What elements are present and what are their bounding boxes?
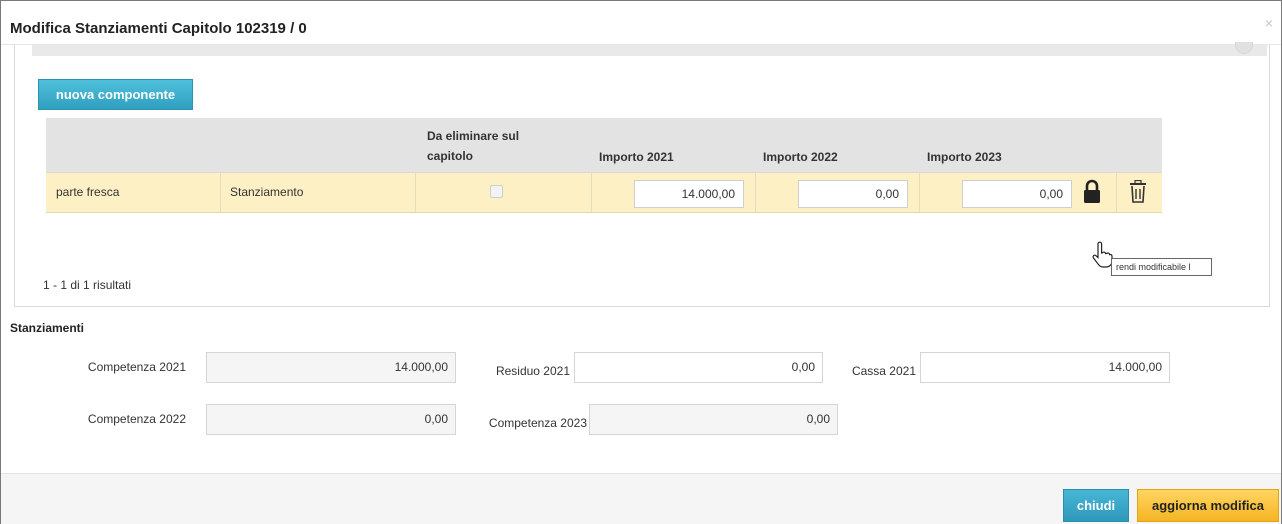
competenza-2023-field: 0,00 xyxy=(589,404,838,435)
stanziamenti-title: Stanziamenti xyxy=(10,321,85,335)
delete-checkbox[interactable] xyxy=(490,185,503,198)
residuo-2021-field: 0,00 xyxy=(574,352,823,383)
competenza-2023-label: Competenza 2023 xyxy=(488,416,587,430)
results-count: 1 - 1 di 1 risultati xyxy=(43,278,132,292)
close-button[interactable]: chiudi xyxy=(1063,489,1129,522)
table-header: Da eliminare sul capitolo Importo 2021 I… xyxy=(46,118,1162,172)
importo-2022-input[interactable]: 0,00 xyxy=(798,180,908,208)
table-row: parte fresca Stanziamento 14.000,00 0,00… xyxy=(46,172,1162,213)
competenza-2021-field: 14.000,00 xyxy=(206,352,456,383)
trash-icon[interactable] xyxy=(1127,179,1149,204)
header-delete-line1: Da eliminare sul xyxy=(427,129,520,143)
lock-tooltip: rendi modificabile l xyxy=(1111,258,1212,276)
header-col-importo-2022: Importo 2022 xyxy=(763,150,838,164)
col-divider xyxy=(591,173,592,212)
modal-title: Modifica Stanziamenti Capitolo 102319 / … xyxy=(10,20,307,37)
competenza-2022-label: Competenza 2022 xyxy=(87,412,186,426)
header-col-importo-2021: Importo 2021 xyxy=(599,150,674,164)
importo-2023-input[interactable]: 0,00 xyxy=(962,180,1072,208)
col-divider xyxy=(919,173,920,212)
new-component-button[interactable]: nuova componente xyxy=(38,79,193,110)
header-col-delete-flag: Da eliminare sul capitolo xyxy=(427,126,519,166)
update-button[interactable]: aggiorna modifica xyxy=(1137,489,1279,522)
importo-2021-input[interactable]: 14.000,00 xyxy=(634,180,744,208)
cell-type: Stanziamento xyxy=(230,185,304,199)
header-delete-line2: capitolo xyxy=(427,149,474,163)
residuo-2021-label: Residuo 2021 xyxy=(495,364,570,378)
lock-icon[interactable] xyxy=(1081,178,1103,206)
components-table: Da eliminare sul capitolo Importo 2021 I… xyxy=(46,118,1162,213)
col-divider xyxy=(220,173,221,212)
cassa-2021-field: 14.000,00 xyxy=(920,352,1170,383)
header-col-importo-2023: Importo 2023 xyxy=(927,150,1002,164)
hand-cursor-icon xyxy=(1091,241,1113,269)
components-panel: nuova componente Da eliminare sul capito… xyxy=(14,42,1270,307)
strip-knob xyxy=(1235,42,1253,54)
close-icon[interactable]: × xyxy=(1265,15,1273,31)
competenza-2021-label: Competenza 2021 xyxy=(87,360,186,374)
modal-dialog: Modifica Stanziamenti Capitolo 102319 / … xyxy=(0,0,1282,524)
col-divider xyxy=(415,173,416,212)
col-divider xyxy=(1116,173,1117,212)
cell-description: parte fresca xyxy=(56,185,120,199)
col-divider xyxy=(755,173,756,212)
panel-strip xyxy=(32,42,1267,56)
cassa-2021-label: Cassa 2021 xyxy=(851,364,916,378)
competenza-2022-field: 0,00 xyxy=(206,404,456,435)
